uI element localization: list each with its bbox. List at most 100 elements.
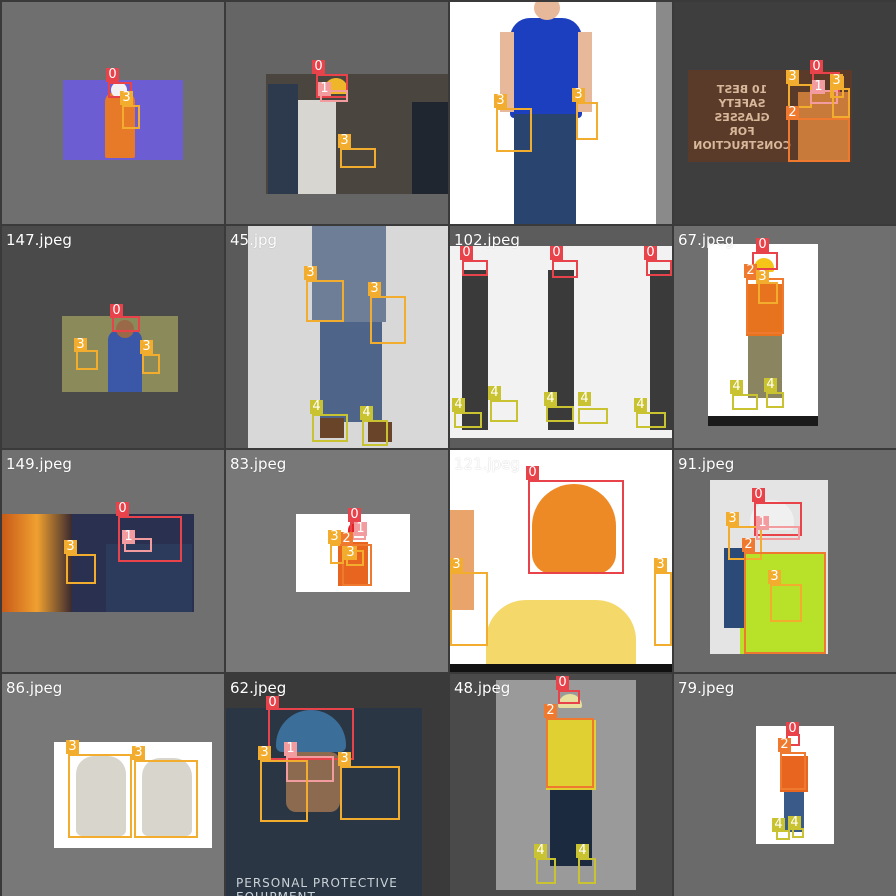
detection-box-class-4 xyxy=(536,858,556,884)
mosaic-tile-16: 79.jpeg 0 2 4 4 xyxy=(674,674,896,896)
detection-label: 4 xyxy=(578,392,591,406)
sign-line: 10 BEST xyxy=(716,83,768,96)
mosaic-tile-4: 10 BEST SAFETY GLASSES FOR CONSTRUCTION … xyxy=(674,2,896,224)
detection-box-class-3 xyxy=(770,584,802,622)
bottom-bar xyxy=(450,664,672,672)
detection-label: 3 xyxy=(830,74,843,88)
footer-bar xyxy=(708,416,818,426)
sign-line: CONSTRUCTION xyxy=(693,139,791,152)
mosaic-tile-8: 67.jpeg 0 2 3 4 4 xyxy=(674,226,896,448)
detection-label: 0 xyxy=(556,676,569,690)
detection-box-class-4 xyxy=(546,406,574,422)
detection-label: 3 xyxy=(368,282,381,296)
detection-label: 1 xyxy=(122,530,135,544)
sign-line: SAFETY xyxy=(718,97,766,110)
worker-figure xyxy=(296,100,336,194)
detection-box-class-0 xyxy=(462,260,488,276)
detection-box-class-4 xyxy=(636,412,666,428)
detection-label: 0 xyxy=(106,68,119,82)
detection-box-class-3 xyxy=(68,754,132,838)
worker-shirt xyxy=(486,600,636,666)
detection-box-class-4 xyxy=(732,394,758,410)
detection-box-class-3 xyxy=(758,282,778,304)
tile-filename: 121.jpeg xyxy=(454,455,520,473)
worker-shirt xyxy=(510,18,582,118)
detection-label: 0 xyxy=(550,246,563,260)
mosaic-tile-11: 121.jpeg 0 3 3 xyxy=(450,450,672,672)
tile-filename: 48.jpeg xyxy=(454,679,511,697)
caption-text: PERSONAL PROTECTIVE EQUIPMENT xyxy=(236,876,398,896)
detection-box-class-0 xyxy=(112,316,140,332)
mosaic-tile-15: 48.jpeg 0 2 4 4 xyxy=(450,674,672,896)
detection-label: 0 xyxy=(810,60,823,74)
sparks xyxy=(2,514,72,612)
tile-filename: 62.jpeg xyxy=(230,679,287,697)
detection-label: 4 xyxy=(452,398,465,412)
detection-box-class-3 xyxy=(450,572,488,646)
detection-label: 1 xyxy=(318,82,331,96)
detection-box-class-4 xyxy=(490,400,518,422)
detection-label: 3 xyxy=(726,512,739,526)
mosaic-tile-9: 149.jpeg 0 1 3 xyxy=(2,450,224,672)
tile-filename: 83.jpeg xyxy=(230,455,287,473)
detection-box-class-3 xyxy=(306,280,344,322)
detection-box-class-4 xyxy=(578,858,596,884)
detection-label: 0 xyxy=(752,488,765,502)
detection-label: 4 xyxy=(310,400,323,414)
detection-label: 2 xyxy=(544,704,557,718)
detection-label: 3 xyxy=(120,91,133,105)
mosaic-tile-12: 91.jpeg 0 1 3 2 3 xyxy=(674,450,896,672)
detection-box-class-4 xyxy=(362,420,388,446)
detection-label: 4 xyxy=(360,406,373,420)
tile-filename: 102.jpeg xyxy=(454,231,520,249)
detection-label: 4 xyxy=(772,818,785,832)
detection-label: 3 xyxy=(344,546,357,560)
mosaic-tile-2: 0 1 3 xyxy=(226,2,448,224)
detection-box-class-3 xyxy=(122,105,140,129)
detection-box-class-2 xyxy=(780,752,806,790)
detection-box-class-4 xyxy=(312,414,348,442)
detection-label: 3 xyxy=(756,270,769,284)
detection-box-class-0 xyxy=(558,690,580,704)
detection-box-class-3 xyxy=(142,354,160,374)
detection-label: 3 xyxy=(328,530,341,544)
detection-box-class-0 xyxy=(528,480,624,574)
detection-label: 3 xyxy=(66,740,79,754)
detection-label: 2 xyxy=(340,532,353,546)
tile-filename: 91.jpeg xyxy=(678,455,735,473)
detection-box-class-3 xyxy=(832,88,850,118)
detection-label: 3 xyxy=(768,570,781,584)
tile-filename: 86.jpeg xyxy=(6,679,63,697)
mosaic-tile-1: 0 3 xyxy=(2,2,224,224)
detection-label: 0 xyxy=(786,722,799,736)
worker-figure xyxy=(412,102,448,194)
detection-label: 3 xyxy=(450,558,463,572)
worker-figure xyxy=(650,270,672,430)
detection-label: 4 xyxy=(488,386,501,400)
detection-label: 4 xyxy=(730,380,743,394)
detection-label: 0 xyxy=(116,502,129,516)
mosaic-tile-3: 3 3 xyxy=(450,2,672,224)
detection-box-class-4 xyxy=(454,412,482,428)
image-edge-bar xyxy=(656,2,672,224)
detection-box-class-3 xyxy=(330,544,344,564)
detection-label: 3 xyxy=(338,134,351,148)
mosaic-tile-6: 45.jpg 3 3 4 4 xyxy=(226,226,448,448)
tile-photo xyxy=(248,226,448,448)
detection-box-class-3 xyxy=(496,108,532,152)
detection-box-class-0 xyxy=(552,260,578,278)
detection-box-class-4 xyxy=(766,392,784,408)
worker-figure xyxy=(462,270,488,430)
detection-label: 0 xyxy=(526,466,539,480)
detection-label: 2 xyxy=(742,538,755,552)
detection-box-class-4 xyxy=(578,408,608,424)
worker-figure xyxy=(268,84,298,194)
detection-label: 3 xyxy=(132,746,145,760)
detection-label: 1 xyxy=(812,80,825,94)
detection-label: 4 xyxy=(634,398,647,412)
mosaic-tile-7: 102.jpeg 0 0 0 4 4 4 4 4 xyxy=(450,226,672,448)
detection-label: 3 xyxy=(572,88,585,102)
mosaic-tile-10: 83.jpeg 0 1 2 3 3 xyxy=(226,450,448,672)
detection-label: 4 xyxy=(764,378,777,392)
detection-label: 0 xyxy=(756,238,769,252)
